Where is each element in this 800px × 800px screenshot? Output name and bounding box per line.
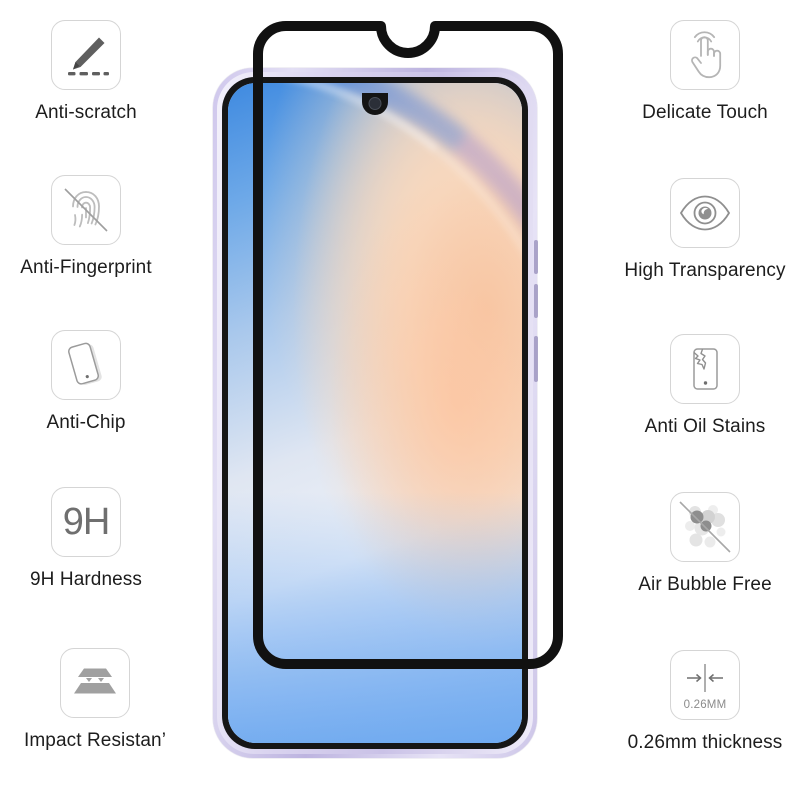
phone-bezel — [222, 77, 528, 749]
phone-frame — [213, 68, 538, 758]
thickness-arrows-icon: 0.26MM — [670, 650, 740, 720]
feature-label: Anti-Fingerprint — [20, 257, 152, 278]
volume-up-button[interactable] — [534, 240, 538, 274]
feature-label: Impact Resistan’ — [23, 730, 167, 751]
feature-anti-scratch: Anti-scratch — [15, 20, 157, 122]
feature-anti-fingerprint: Anti-Fingerprint — [15, 175, 157, 277]
feature-anti-chip: Anti-Chip — [15, 330, 157, 432]
wallpaper-bottom-blue — [228, 492, 522, 743]
feature-label: Air Bubble Free — [638, 574, 772, 595]
feature-label: Anti-Chip — [46, 412, 126, 433]
phone-screen — [228, 83, 522, 743]
feature-high-transparency: High Transparency — [612, 178, 798, 280]
feature-label: Anti-scratch — [35, 102, 137, 123]
bubbles-blocked-icon — [670, 492, 740, 562]
feature-9h-hardness: 9H 9H Hardness — [15, 487, 157, 589]
touch-hand-icon — [670, 20, 740, 90]
feature-label: 0.26mm thickness — [627, 732, 783, 753]
pen-scratch-icon — [51, 20, 121, 90]
thickness-icon-caption: 0.26MM — [683, 699, 727, 711]
feature-label: Anti Oil Stains — [644, 416, 766, 437]
feature-impact-resistant: Impact Resistan’ — [15, 648, 175, 750]
feature-air-bubble-free: Air Bubble Free — [620, 492, 790, 594]
phone-chip-icon — [51, 330, 121, 400]
feature-label: Delicate Touch — [642, 102, 768, 123]
feature-label: High Transparency — [624, 260, 786, 281]
feature-label: 9H Hardness — [30, 569, 142, 590]
feature-delicate-touch: Delicate Touch — [620, 20, 790, 122]
smartphone-mockup — [205, 68, 545, 760]
eye-icon — [670, 178, 740, 248]
nine-h-icon-text: 9H — [62, 501, 111, 543]
feature-anti-oil-stains: Anti Oil Stains — [620, 334, 790, 436]
power-button[interactable] — [534, 336, 538, 382]
infographic-stage: Anti-scratch Anti-Fingerprint Anti-Chip … — [0, 0, 800, 800]
nine-h-hardness-icon: 9H — [51, 487, 121, 557]
fingerprint-blocked-icon — [51, 175, 121, 245]
impact-plates-icon — [60, 648, 130, 718]
feature-thickness: 0.26MM 0.26mm thickness — [615, 650, 795, 752]
phone-oil-stain-icon — [670, 334, 740, 404]
volume-down-button[interactable] — [534, 284, 538, 318]
